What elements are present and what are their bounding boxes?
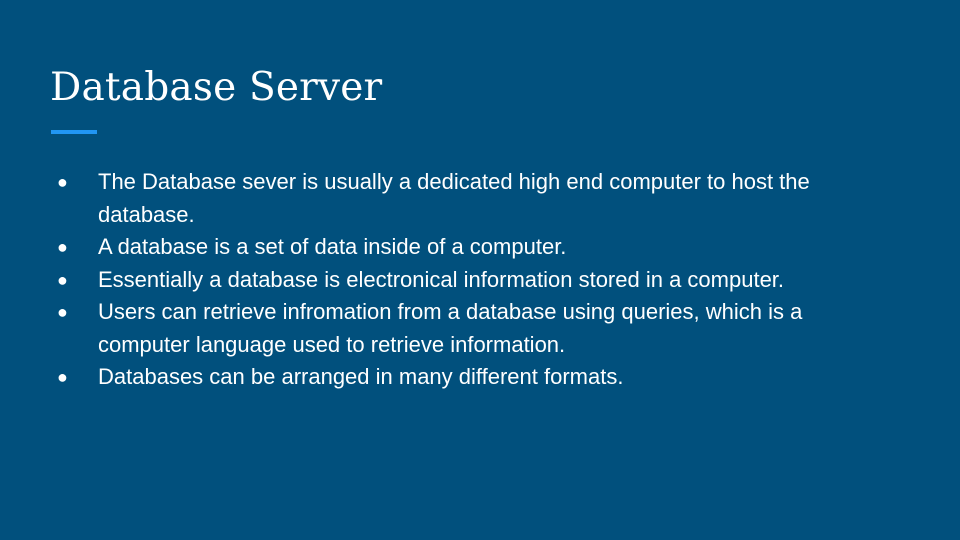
bullet-dot-icon: ● [57, 269, 68, 290]
bullet-item-3: ● Essentially a database is electronical… [50, 264, 900, 297]
slide: Database Server ● The Database sever is … [0, 0, 960, 540]
bullet-dot-icon: ● [57, 302, 68, 322]
bullet-item-4: ● Users can retrieve infromation from a … [50, 296, 900, 361]
bullet-text: A database is a set of data inside of a … [98, 234, 567, 259]
bullet-text: Databases can be arranged in many differ… [98, 364, 624, 389]
bullet-dot-icon: ● [57, 367, 68, 387]
bullet-text: Essentially a database is electronical i… [98, 266, 785, 292]
bullet-item-1: ● The Database sever is usually a dedica… [50, 166, 900, 231]
bullet-item-5: ● Databases can be arranged in many diff… [50, 361, 900, 394]
bullet-dot-icon: ● [57, 237, 68, 257]
title-accent-bar [51, 130, 97, 134]
bullet-text: Users can retrieve infromation from a da… [98, 299, 803, 357]
bullet-dot-icon: ● [57, 172, 68, 192]
bullet-text: The Database sever is usually a dedicate… [98, 169, 810, 227]
bullet-item-2: ● A database is a set of data inside of … [50, 231, 900, 264]
slide-title: Database Server [50, 65, 383, 110]
bullet-list: ● The Database sever is usually a dedica… [50, 166, 900, 394]
